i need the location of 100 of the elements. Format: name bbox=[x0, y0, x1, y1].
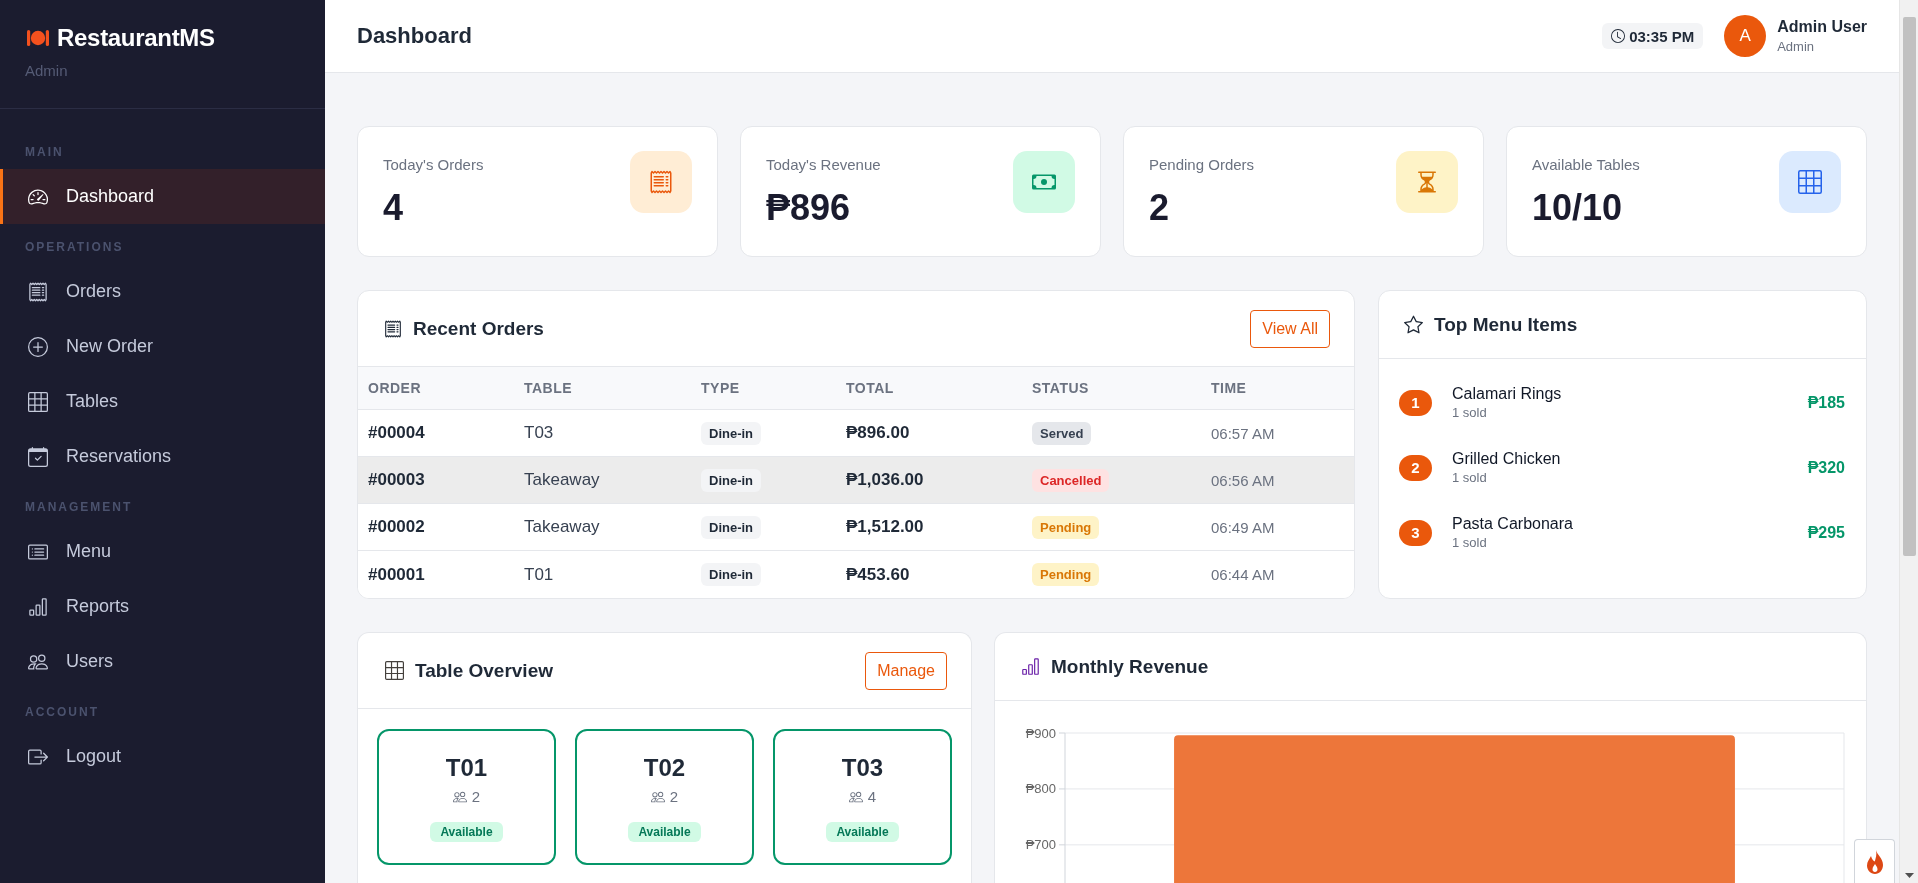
item-price: ₱185 bbox=[1807, 393, 1845, 412]
manage-button[interactable]: Manage bbox=[865, 651, 947, 690]
item-name: Grilled Chicken bbox=[1452, 449, 1561, 468]
seat-count: 2 bbox=[669, 789, 679, 805]
order-time: 06:56 AM bbox=[1210, 471, 1276, 489]
status-badge: Cancelled bbox=[1032, 468, 1110, 492]
order-type-badge: Dine-in bbox=[701, 468, 762, 492]
stat-label: Today's Orders bbox=[383, 156, 484, 174]
seat-count: 2 bbox=[471, 789, 481, 805]
nav-section-label: MAIN bbox=[24, 144, 65, 161]
current-time: 03:35 PM bbox=[1629, 27, 1695, 45]
grid-icon bbox=[28, 391, 48, 412]
order-total: ₱1,036.00 bbox=[845, 470, 925, 490]
availability-badge: Available bbox=[826, 822, 899, 842]
user-avatar[interactable]: A bbox=[1724, 15, 1767, 57]
column-header: TABLE bbox=[523, 380, 574, 396]
stat-value: 2 bbox=[1149, 188, 1171, 228]
rank-badge: 2 bbox=[1399, 454, 1432, 481]
card-title: Top Menu Items bbox=[1434, 313, 1578, 336]
table-name: Takeaway bbox=[523, 517, 601, 537]
user-role: Admin bbox=[1777, 39, 1816, 55]
plate-cutlery-icon bbox=[27, 29, 49, 47]
order-type-badge: Dine-in bbox=[701, 515, 762, 539]
availability-badge: Available bbox=[628, 822, 701, 842]
people-icon bbox=[650, 790, 665, 804]
item-sold-count: 1 sold bbox=[1452, 535, 1487, 551]
y-axis-label: ₱900 bbox=[1025, 725, 1056, 741]
y-axis-label: ₱700 bbox=[1025, 837, 1056, 853]
receipt-icon bbox=[28, 281, 48, 302]
nav-item[interactable]: Menu bbox=[0, 524, 325, 579]
view-all-button[interactable]: View All bbox=[1250, 309, 1330, 348]
order-type-badge: Dine-in bbox=[701, 421, 762, 445]
status-badge: Pending bbox=[1032, 563, 1100, 586]
nav-item[interactable]: New Order bbox=[0, 319, 325, 374]
hourglass-icon bbox=[1396, 151, 1458, 213]
order-number: #00001 bbox=[367, 564, 426, 585]
item-price: ₱295 bbox=[1807, 523, 1845, 542]
stat-label: Pending Orders bbox=[1149, 156, 1255, 174]
table-tile[interactable]: T03 4 Available bbox=[773, 729, 952, 865]
order-time: 06:57 AM bbox=[1210, 424, 1276, 442]
column-header: TIME bbox=[1210, 380, 1248, 396]
stat-label: Available Tables bbox=[1532, 156, 1640, 174]
nav-item[interactable]: Dashboard bbox=[0, 169, 325, 224]
cash-icon bbox=[1013, 151, 1075, 213]
order-number: #00004 bbox=[367, 423, 426, 443]
column-header: STATUS bbox=[1031, 380, 1090, 396]
grid-icon bbox=[1779, 151, 1841, 213]
table-tile[interactable]: T01 2 Available bbox=[377, 729, 556, 865]
item-sold-count: 1 sold bbox=[1452, 405, 1487, 421]
order-number: #00003 bbox=[367, 470, 426, 490]
people-icon bbox=[848, 790, 863, 804]
stat-value: ₱896 bbox=[766, 188, 852, 228]
table-row[interactable]: #00003 Takeaway Dine-in ₱1,036.00 Cancelled 06:56 AM bbox=[358, 457, 1354, 504]
caret-down-icon[interactable] bbox=[1904, 873, 1914, 878]
calendar-check-icon bbox=[28, 446, 48, 467]
nav-item[interactable]: Reservations bbox=[0, 429, 325, 484]
flame-button[interactable] bbox=[1854, 839, 1895, 883]
column-header: TYPE bbox=[700, 380, 741, 396]
table-number: T01 bbox=[445, 754, 488, 782]
people-icon bbox=[452, 790, 467, 804]
y-axis-label: ₱800 bbox=[1025, 781, 1056, 797]
receipt-icon bbox=[384, 319, 402, 338]
order-total: ₱896.00 bbox=[845, 423, 911, 443]
grid-icon bbox=[385, 661, 404, 680]
order-total: ₱453.60 bbox=[845, 564, 911, 585]
nav-section-label: OPERATIONS bbox=[24, 239, 125, 256]
clock-icon bbox=[1611, 29, 1626, 43]
order-total: ₱1,512.00 bbox=[845, 517, 925, 537]
nav-section-label: ACCOUNT bbox=[24, 704, 100, 721]
card-title: Table Overview bbox=[415, 659, 553, 682]
table-name: T03 bbox=[523, 423, 555, 443]
bar-chart-icon bbox=[1021, 657, 1040, 676]
card-title: Recent Orders bbox=[413, 317, 544, 340]
rank-badge: 3 bbox=[1399, 519, 1432, 546]
order-type-badge: Dine-in bbox=[701, 563, 762, 586]
page-title: Dashboard bbox=[357, 23, 472, 49]
item-price: ₱320 bbox=[1807, 458, 1845, 477]
table-name: T01 bbox=[523, 564, 555, 585]
column-header: ORDER bbox=[367, 380, 423, 396]
nav-item[interactable]: Users bbox=[0, 634, 325, 689]
bar-chart-icon bbox=[28, 596, 48, 617]
seat-count: 4 bbox=[867, 789, 877, 805]
order-number: #00002 bbox=[367, 517, 426, 537]
card-title: Monthly Revenue bbox=[1051, 655, 1209, 678]
status-badge: Served bbox=[1032, 421, 1092, 445]
receipt-icon bbox=[630, 151, 692, 213]
availability-badge: Available bbox=[430, 822, 503, 842]
nav-item[interactable]: Tables bbox=[0, 374, 325, 429]
brand-subtitle: Admin bbox=[25, 62, 68, 80]
nav-item[interactable]: Orders bbox=[0, 264, 325, 319]
rank-badge: 1 bbox=[1399, 389, 1432, 416]
table-tile[interactable]: T02 2 Available bbox=[575, 729, 754, 865]
table-number: T03 bbox=[841, 754, 884, 782]
stat-value: 4 bbox=[383, 188, 405, 228]
nav-item[interactable]: Reports bbox=[0, 579, 325, 634]
item-name: Pasta Carbonara bbox=[1452, 514, 1573, 533]
item-sold-count: 1 sold bbox=[1452, 470, 1487, 486]
scrollbar-thumb[interactable] bbox=[1902, 17, 1916, 556]
nav-item[interactable]: Logout bbox=[0, 729, 325, 784]
scrollbar-track[interactable] bbox=[1899, 0, 1918, 883]
